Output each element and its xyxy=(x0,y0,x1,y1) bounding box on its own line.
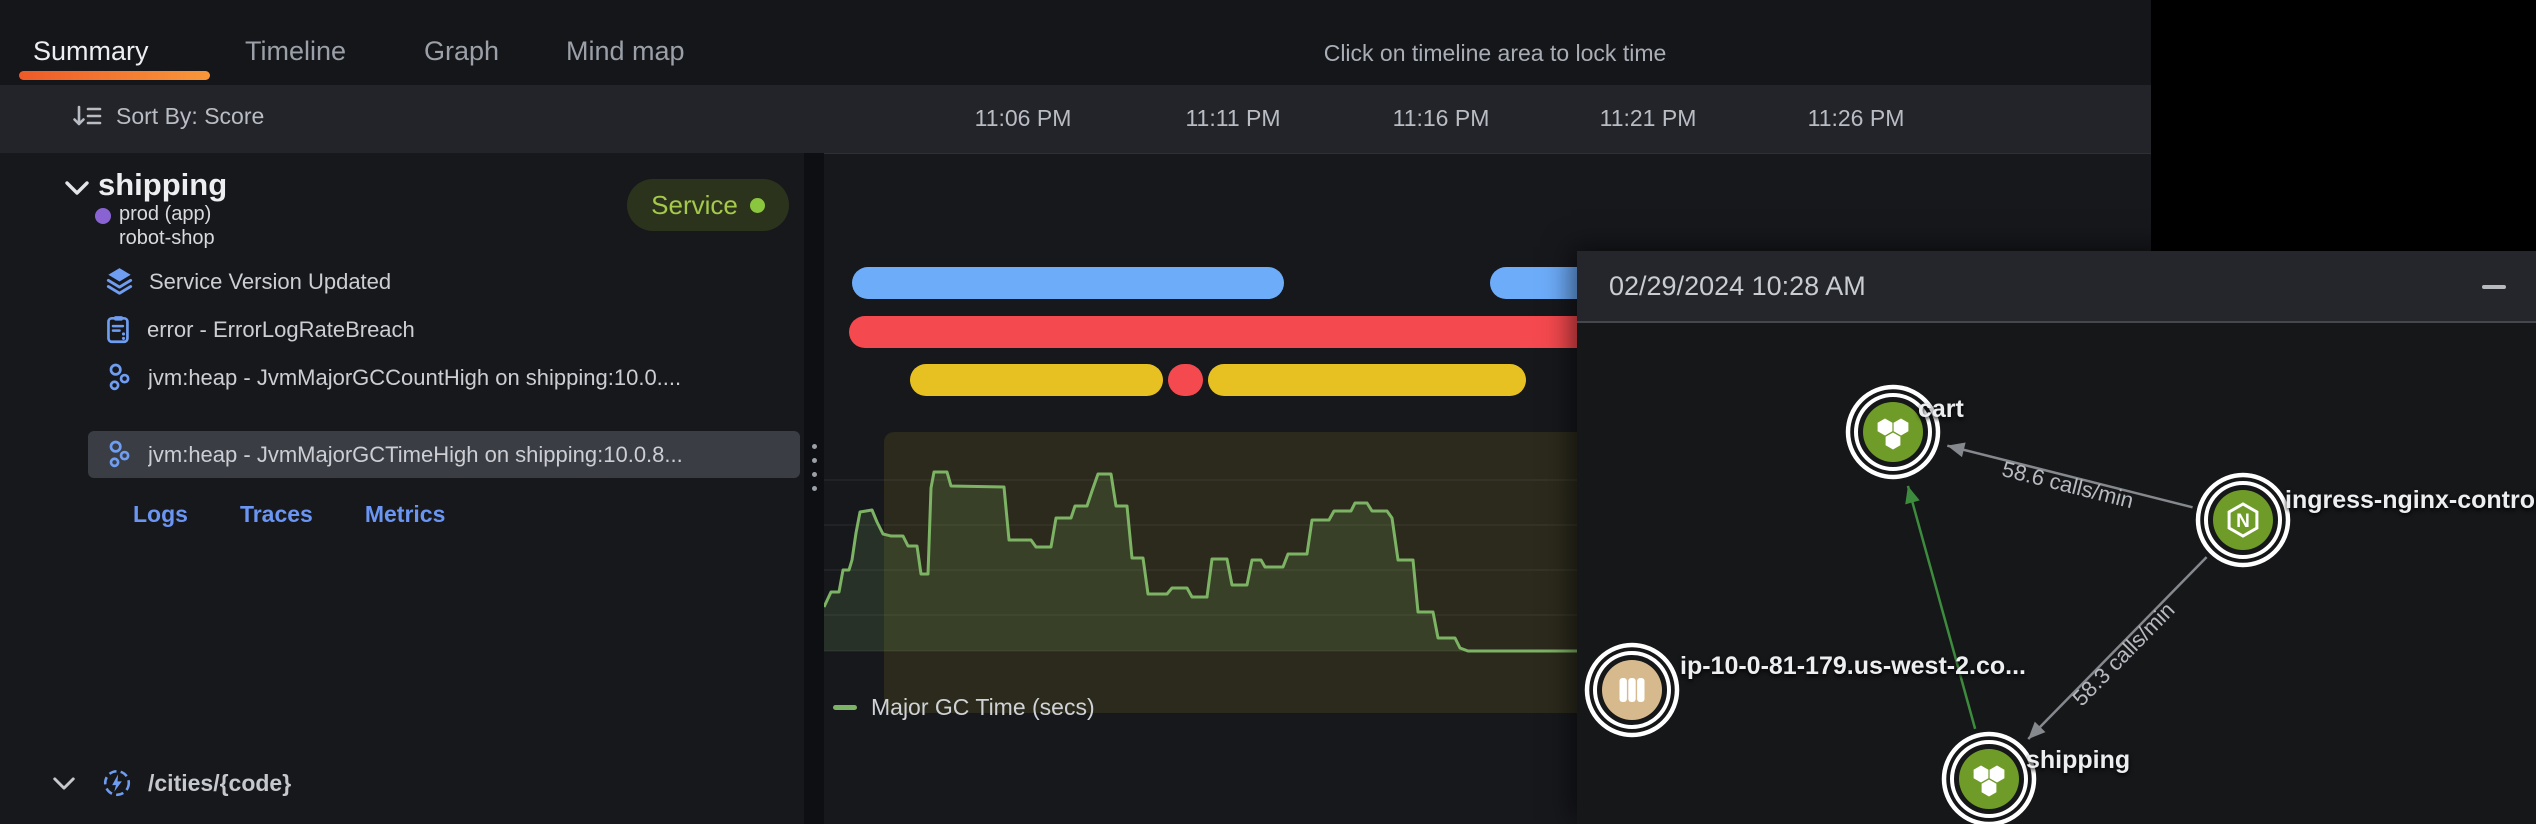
legend-series-swatch xyxy=(833,705,857,710)
map-node-label: ingress-nginx-controller xyxy=(2285,486,2536,514)
map-node-label: shipping xyxy=(2026,746,2130,774)
map-node-ip-10-0-81-179.us-west-2.co...[interactable] xyxy=(1587,645,1677,735)
legend-series-label: Major GC Time (secs) xyxy=(871,694,1095,721)
topology-icon xyxy=(106,440,132,469)
drag-dot xyxy=(812,486,817,491)
metrics-link[interactable]: Metrics xyxy=(365,501,446,528)
service-map-overlay: 02/29/2024 10:28 AM 58.6 calls/min 58.3 c… xyxy=(1577,251,2536,824)
app-root: Summary Timeline Graph Mind map Click on… xyxy=(0,0,2536,824)
tab-mind-map[interactable]: Mind map xyxy=(566,36,685,67)
event-row-gc-count[interactable]: jvm:heap - JvmMajorGCCountHigh on shippi… xyxy=(88,354,800,401)
timeline-header: Sort By: Score 11:06 PM 11:11 PM 11:16 P… xyxy=(0,85,2151,154)
timeline-lock-hint: Click on timeline area to lock time xyxy=(1275,40,1715,67)
overlay-timestamp: 02/29/2024 10:28 AM xyxy=(1609,271,1866,302)
tab-timeline[interactable]: Timeline xyxy=(245,36,346,67)
traces-link[interactable]: Traces xyxy=(240,501,313,528)
minimize-icon[interactable] xyxy=(2482,285,2506,289)
tab-graph[interactable]: Graph xyxy=(424,36,499,67)
endpoint-row[interactable]: /cities/{code} xyxy=(0,761,800,805)
timeline-bar-deployments[interactable] xyxy=(852,267,1284,299)
service-map: 58.6 calls/min 58.3 calls/min cart Ningress… xyxy=(1577,323,2536,824)
tab-bar: Summary Timeline Graph Mind map Click on… xyxy=(0,0,2151,85)
environment-label: prod (app) xyxy=(119,203,211,226)
time-tick: 11:16 PM xyxy=(1376,105,1506,132)
environment-dot xyxy=(95,208,111,224)
latency-clock-icon xyxy=(102,768,132,798)
event-row-errorlog[interactable]: error - ErrorLogRateBreach xyxy=(88,306,800,353)
service-map-canvas[interactable]: 58.6 calls/min 58.3 calls/min cart Ningress… xyxy=(1577,323,2536,824)
gc-time-area-chart[interactable] xyxy=(824,420,1577,720)
active-tab-underline xyxy=(19,71,210,80)
sort-icon xyxy=(72,104,102,130)
time-tick: 11:26 PM xyxy=(1791,105,1921,132)
service-type-badge: Service xyxy=(627,179,789,231)
chevron-down-icon[interactable] xyxy=(64,180,90,196)
time-tick: 11:21 PM xyxy=(1583,105,1713,132)
timeline-bar-warnings[interactable] xyxy=(910,364,1163,396)
event-label: Service Version Updated xyxy=(149,269,391,295)
namespace-label: robot-shop xyxy=(119,227,215,250)
map-node-label: ip-10-0-81-179.us-west-2.co... xyxy=(1680,652,2026,680)
service-badge-label: Service xyxy=(651,190,738,221)
tab-summary[interactable]: Summary xyxy=(33,36,149,67)
event-label: jvm:heap - JvmMajorGCTimeHigh on shippin… xyxy=(148,442,683,468)
topology-icon xyxy=(106,363,132,392)
map-node-ingress-nginx-controller[interactable]: N xyxy=(2198,475,2288,565)
empty-corner xyxy=(2151,0,2536,254)
timeline-bar-deployments[interactable] xyxy=(1490,267,1577,299)
edge-throughput-label: 58.6 calls/min xyxy=(2000,456,2137,513)
event-row-version[interactable]: Service Version Updated xyxy=(88,258,800,305)
panel-resize-handle[interactable] xyxy=(804,153,824,824)
svg-text:N: N xyxy=(2236,511,2250,532)
time-tick: 11:11 PM xyxy=(1168,105,1298,132)
overlay-header[interactable]: 02/29/2024 10:28 AM xyxy=(1577,251,2536,323)
event-label: jvm:heap - JvmMajorGCCountHigh on shippi… xyxy=(148,365,681,391)
drag-dot xyxy=(812,444,817,449)
drag-dot xyxy=(812,472,817,477)
endpoint-label: /cities/{code} xyxy=(148,770,291,797)
log-clipboard-icon xyxy=(106,315,131,344)
chart-legend: Major GC Time (secs) xyxy=(833,694,1095,721)
service-health-dot xyxy=(750,198,765,213)
logs-link[interactable]: Logs xyxy=(133,501,188,528)
timeline-bar-errors[interactable] xyxy=(849,316,1577,348)
service-list-panel: shipping Service prod (app) robot-shop S… xyxy=(0,153,804,824)
map-node-shipping[interactable] xyxy=(1944,734,2034,824)
sort-by-label: Sort By: Score xyxy=(116,103,264,130)
timeline-bar-warnings[interactable] xyxy=(1168,364,1203,396)
event-label: error - ErrorLogRateBreach xyxy=(147,317,415,343)
chevron-down-icon[interactable] xyxy=(52,776,76,791)
sort-by-control[interactable]: Sort By: Score xyxy=(72,103,264,130)
edge-throughput-label: 58.3 calls/min xyxy=(2067,597,2179,711)
timeline-bar-warnings[interactable] xyxy=(1208,364,1526,396)
drag-dot xyxy=(812,458,817,463)
map-node-label: cart xyxy=(1918,395,1965,423)
event-row-gc-time[interactable]: jvm:heap - JvmMajorGCTimeHigh on shippin… xyxy=(88,431,800,478)
layers-icon xyxy=(106,267,133,296)
telemetry-links: Logs Traces Metrics xyxy=(133,501,445,528)
service-name[interactable]: shipping xyxy=(98,167,227,203)
time-tick: 11:06 PM xyxy=(958,105,1088,132)
